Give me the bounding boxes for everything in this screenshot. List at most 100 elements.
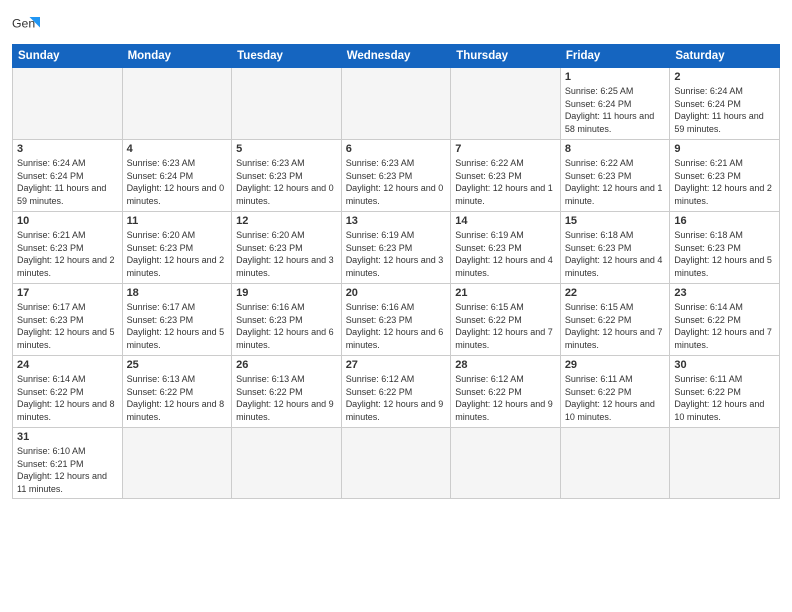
day-number: 1 [565, 71, 666, 83]
calendar-cell: 11 Sunrise: 6:20 AM Sunset: 6:23 PM Dayli… [122, 212, 232, 284]
calendar-cell: 1 Sunrise: 6:25 AM Sunset: 6:24 PM Daylig… [560, 68, 670, 140]
calendar-table: SundayMondayTuesdayWednesdayThursdayFrid… [12, 44, 780, 499]
calendar-cell [451, 68, 561, 140]
calendar-week-row: 17 Sunrise: 6:17 AM Sunset: 6:23 PM Dayli… [13, 284, 780, 356]
day-number: 18 [127, 287, 228, 299]
day-number: 20 [346, 287, 447, 299]
day-info: Sunrise: 6:20 AM Sunset: 6:23 PM Dayligh… [236, 229, 337, 279]
day-number: 22 [565, 287, 666, 299]
day-info: Sunrise: 6:10 AM Sunset: 6:21 PM Dayligh… [17, 445, 118, 495]
calendar-cell: 15 Sunrise: 6:18 AM Sunset: 6:23 PM Dayli… [560, 212, 670, 284]
day-number: 28 [455, 359, 556, 371]
header: Gen [12, 10, 780, 38]
day-info: Sunrise: 6:12 AM Sunset: 6:22 PM Dayligh… [346, 373, 447, 423]
day-number: 13 [346, 215, 447, 227]
day-info: Sunrise: 6:23 AM Sunset: 6:23 PM Dayligh… [346, 157, 447, 207]
day-number: 16 [674, 215, 775, 227]
calendar-cell [341, 68, 451, 140]
day-info: Sunrise: 6:15 AM Sunset: 6:22 PM Dayligh… [455, 301, 556, 351]
day-info: Sunrise: 6:19 AM Sunset: 6:23 PM Dayligh… [455, 229, 556, 279]
day-info: Sunrise: 6:23 AM Sunset: 6:24 PM Dayligh… [127, 157, 228, 207]
day-number: 19 [236, 287, 337, 299]
day-number: 4 [127, 143, 228, 155]
calendar-week-row: 1 Sunrise: 6:25 AM Sunset: 6:24 PM Daylig… [13, 68, 780, 140]
day-info: Sunrise: 6:15 AM Sunset: 6:22 PM Dayligh… [565, 301, 666, 351]
calendar-cell: 27 Sunrise: 6:12 AM Sunset: 6:22 PM Dayli… [341, 356, 451, 428]
calendar-cell: 25Sunrise: 6:13 AM Sunset: 6:22 PM Dayli… [122, 356, 232, 428]
day-info: Sunrise: 6:18 AM Sunset: 6:23 PM Dayligh… [565, 229, 666, 279]
day-info: Sunrise: 6:17 AM Sunset: 6:23 PM Dayligh… [17, 301, 118, 351]
day-number: 14 [455, 215, 556, 227]
calendar-cell: 29Sunrise: 6:11 AM Sunset: 6:22 PM Dayli… [560, 356, 670, 428]
calendar-cell: 23 Sunrise: 6:14 AM Sunset: 6:22 PM Dayli… [670, 284, 780, 356]
calendar-cell: 21Sunrise: 6:15 AM Sunset: 6:22 PM Dayli… [451, 284, 561, 356]
day-info: Sunrise: 6:25 AM Sunset: 6:24 PM Dayligh… [565, 85, 666, 135]
day-number: 23 [674, 287, 775, 299]
calendar-cell: 28 Sunrise: 6:12 AM Sunset: 6:22 PM Dayli… [451, 356, 561, 428]
day-info: Sunrise: 6:22 AM Sunset: 6:23 PM Dayligh… [455, 157, 556, 207]
calendar-cell: 30Sunrise: 6:11 AM Sunset: 6:22 PM Dayli… [670, 356, 780, 428]
day-number: 15 [565, 215, 666, 227]
calendar-week-row: 24Sunrise: 6:14 AM Sunset: 6:22 PM Dayli… [13, 356, 780, 428]
day-info: Sunrise: 6:14 AM Sunset: 6:22 PM Dayligh… [674, 301, 775, 351]
day-number: 27 [346, 359, 447, 371]
day-info: Sunrise: 6:16 AM Sunset: 6:23 PM Dayligh… [346, 301, 447, 351]
logo: Gen [12, 10, 44, 38]
calendar-cell [122, 68, 232, 140]
day-info: Sunrise: 6:18 AM Sunset: 6:23 PM Dayligh… [674, 229, 775, 279]
day-number: 12 [236, 215, 337, 227]
day-header-saturday: Saturday [670, 45, 780, 68]
day-number: 26 [236, 359, 337, 371]
day-header-thursday: Thursday [451, 45, 561, 68]
day-number: 6 [346, 143, 447, 155]
calendar-cell: 12 Sunrise: 6:20 AM Sunset: 6:23 PM Dayli… [232, 212, 342, 284]
calendar-cell: 18Sunrise: 6:17 AM Sunset: 6:23 PM Dayli… [122, 284, 232, 356]
calendar-week-row: 31 Sunrise: 6:10 AM Sunset: 6:21 PM Dayli… [13, 428, 780, 499]
day-header-monday: Monday [122, 45, 232, 68]
day-number: 9 [674, 143, 775, 155]
day-number: 31 [17, 431, 118, 443]
calendar-cell [232, 428, 342, 499]
day-info: Sunrise: 6:20 AM Sunset: 6:23 PM Dayligh… [127, 229, 228, 279]
day-info: Sunrise: 6:11 AM Sunset: 6:22 PM Dayligh… [565, 373, 666, 423]
day-info: Sunrise: 6:21 AM Sunset: 6:23 PM Dayligh… [674, 157, 775, 207]
day-number: 10 [17, 215, 118, 227]
calendar-cell: 2 Sunrise: 6:24 AM Sunset: 6:24 PM Daylig… [670, 68, 780, 140]
calendar-cell: 24Sunrise: 6:14 AM Sunset: 6:22 PM Dayli… [13, 356, 123, 428]
calendar-cell: 3 Sunrise: 6:24 AM Sunset: 6:24 PM Daylig… [13, 140, 123, 212]
calendar-cell [232, 68, 342, 140]
day-header-tuesday: Tuesday [232, 45, 342, 68]
day-info: Sunrise: 6:24 AM Sunset: 6:24 PM Dayligh… [17, 157, 118, 207]
day-number: 5 [236, 143, 337, 155]
calendar-cell: 26Sunrise: 6:13 AM Sunset: 6:22 PM Dayli… [232, 356, 342, 428]
calendar-cell: 8Sunrise: 6:22 AM Sunset: 6:23 PM Daylig… [560, 140, 670, 212]
calendar-cell [670, 428, 780, 499]
calendar-cell [341, 428, 451, 499]
day-header-friday: Friday [560, 45, 670, 68]
calendar-cell: 7Sunrise: 6:22 AM Sunset: 6:23 PM Daylig… [451, 140, 561, 212]
calendar-cell [560, 428, 670, 499]
day-number: 24 [17, 359, 118, 371]
calendar-cell: 20 Sunrise: 6:16 AM Sunset: 6:23 PM Dayli… [341, 284, 451, 356]
calendar-cell: 10 Sunrise: 6:21 AM Sunset: 6:23 PM Dayli… [13, 212, 123, 284]
day-header-sunday: Sunday [13, 45, 123, 68]
day-number: 3 [17, 143, 118, 155]
day-info: Sunrise: 6:24 AM Sunset: 6:24 PM Dayligh… [674, 85, 775, 135]
calendar-cell: 13Sunrise: 6:19 AM Sunset: 6:23 PM Dayli… [341, 212, 451, 284]
day-number: 17 [17, 287, 118, 299]
calendar-cell: 4 Sunrise: 6:23 AM Sunset: 6:24 PM Daylig… [122, 140, 232, 212]
calendar-cell: 6 Sunrise: 6:23 AM Sunset: 6:23 PM Daylig… [341, 140, 451, 212]
calendar-cell: 14 Sunrise: 6:19 AM Sunset: 6:23 PM Dayli… [451, 212, 561, 284]
day-number: 11 [127, 215, 228, 227]
calendar-week-row: 10 Sunrise: 6:21 AM Sunset: 6:23 PM Dayli… [13, 212, 780, 284]
day-info: Sunrise: 6:21 AM Sunset: 6:23 PM Dayligh… [17, 229, 118, 279]
calendar-cell: 31 Sunrise: 6:10 AM Sunset: 6:21 PM Dayli… [13, 428, 123, 499]
calendar-cell: 16 Sunrise: 6:18 AM Sunset: 6:23 PM Dayli… [670, 212, 780, 284]
day-info: Sunrise: 6:12 AM Sunset: 6:22 PM Dayligh… [455, 373, 556, 423]
calendar-cell: 19Sunrise: 6:16 AM Sunset: 6:23 PM Dayli… [232, 284, 342, 356]
calendar-cell [122, 428, 232, 499]
calendar-week-row: 3 Sunrise: 6:24 AM Sunset: 6:24 PM Daylig… [13, 140, 780, 212]
day-number: 2 [674, 71, 775, 83]
day-info: Sunrise: 6:22 AM Sunset: 6:23 PM Dayligh… [565, 157, 666, 207]
logo-svg-icon: Gen [12, 10, 40, 38]
